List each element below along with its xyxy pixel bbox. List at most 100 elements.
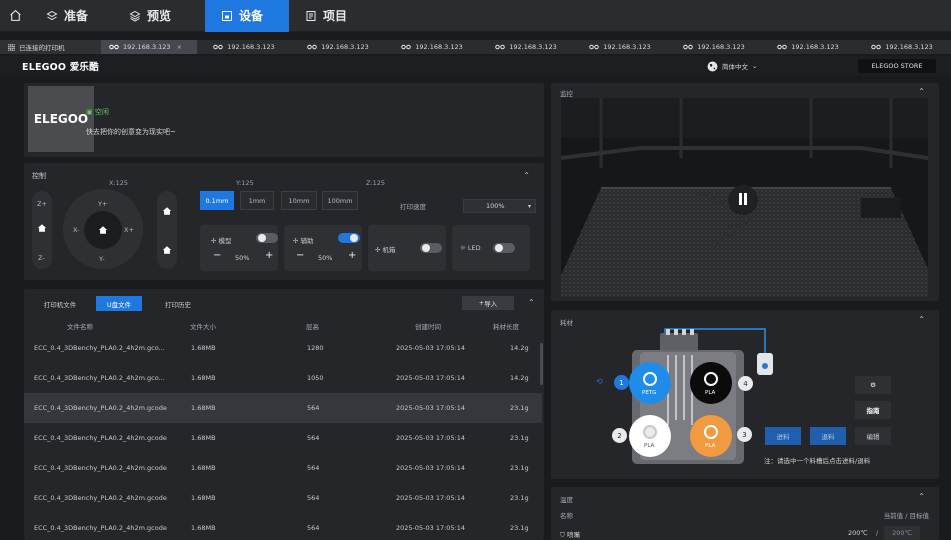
chassis-fan-label: ✢ 机箱 [375, 246, 396, 254]
step-10mm[interactable]: 10mm [281, 191, 317, 210]
z-down-button[interactable]: Z- [38, 254, 45, 262]
link-icon [401, 44, 411, 50]
edit-button[interactable]: 编辑 [855, 427, 891, 445]
tab-printer-label: 192.168.3.123 [123, 43, 171, 51]
led-toggle[interactable] [493, 243, 515, 253]
z-up-button[interactable]: Z+ [37, 200, 47, 208]
print-speed-select[interactable]: 100% ▾ [463, 199, 536, 213]
table-row[interactable]: ECC_0.4_3DBenchy_PLA0.2_4h2m.gco... 1.68M… [24, 333, 542, 363]
table-row[interactable]: ECC_0.4_3DBenchy_PLA0.2_4h2m.gcode 1.68MB… [24, 423, 542, 453]
aux-fan-plus[interactable]: + [348, 250, 356, 261]
model-fan-plus[interactable]: + [265, 250, 273, 261]
home-all-icon[interactable] [162, 245, 172, 257]
table-row[interactable]: ECC_0.4_3DBenchy_PLA0.2_4h2m.gco... 1.68M… [24, 363, 542, 393]
nozzle-icon: ⛉ [560, 531, 567, 539]
home-xy-icon[interactable] [162, 206, 172, 218]
step-0-1mm[interactable]: 0.1mm [200, 191, 234, 210]
table-row[interactable]: ECC_0.4_3DBenchy_PLA0.2_4h2m.gcode 1.68MB… [24, 483, 542, 513]
spool-number: 1 [614, 375, 629, 390]
file-scrollbar[interactable] [540, 343, 543, 385]
tab-printer-5[interactable]: 192.168.3.123 [479, 40, 573, 54]
store-button[interactable]: ELEGOO STORE [858, 59, 936, 73]
tab-printer-8[interactable]: 192.168.3.123 [761, 40, 855, 54]
refresh-icon[interactable]: ⟲ [596, 377, 603, 386]
collapse-icon[interactable]: ⌃ [918, 492, 925, 501]
chevron-down-icon: ▾ [527, 202, 531, 210]
collapse-icon[interactable]: ⌃ [918, 87, 925, 96]
spool-slot-2[interactable] [629, 415, 671, 457]
prepare-icon [46, 10, 58, 22]
spool-slot-1[interactable] [629, 362, 671, 404]
x-right-button[interactable]: X+ [124, 226, 134, 234]
guide-button[interactable]: 指南 [855, 401, 891, 419]
link-icon [683, 44, 693, 50]
control-title: 控制 [32, 172, 46, 180]
spool-slot-3[interactable] [690, 415, 732, 457]
tab-printer-label: 192.168.3.123 [415, 43, 463, 51]
cell-length: 14.2g [510, 344, 529, 352]
tab-printer-4[interactable]: 192.168.3.123 [385, 40, 479, 54]
nav-device[interactable]: 设备 [205, 0, 289, 32]
table-row[interactable]: ECC_0.4_3DBenchy_PLA0.2_4h2m.gcode 1.68MB… [24, 393, 542, 423]
collapse-icon[interactable]: ⌃ [918, 315, 925, 324]
col-layers: 层高 [306, 323, 319, 331]
col-size: 文件大小 [190, 323, 216, 331]
tab-printer-label: 192.168.3.123 [791, 43, 839, 51]
close-icon[interactable]: × [177, 43, 182, 51]
y-up-button[interactable]: Y+ [98, 200, 107, 208]
home-icon [98, 225, 108, 237]
nav-preview[interactable]: 预览 [113, 0, 205, 32]
aux-fan-minus[interactable]: − [296, 250, 304, 261]
x-left-button[interactable]: X- [73, 226, 79, 234]
cell-layers: 564 [307, 464, 320, 472]
step-1mm[interactable]: 1mm [240, 191, 274, 210]
model-fan-minus[interactable]: − [213, 250, 221, 261]
pause-button[interactable] [728, 185, 758, 215]
tab-printer-9[interactable]: 192.168.3.123 [855, 40, 949, 54]
chassis-fan-toggle[interactable] [420, 243, 442, 253]
fan-icon: ✢ [211, 237, 219, 245]
tab-usb-files[interactable]: U盘文件 [96, 296, 142, 311]
cell-name: ECC_0.4_3DBenchy_PLA0.2_4h2m.gco... [34, 374, 165, 382]
nav-prepare[interactable]: 准备 [30, 0, 113, 32]
humidity-button[interactable]: ⚙ [855, 376, 891, 394]
temp-col-name: 名称 [560, 512, 573, 520]
cell-layers: 564 [307, 434, 320, 442]
load-button[interactable]: 进料 [765, 427, 801, 445]
language-select[interactable]: 简体中文 ⌄ [707, 61, 757, 72]
home-button[interactable] [0, 0, 30, 32]
cell-time: 2025-05-03 17:05:14 [396, 494, 466, 502]
nozzle-target-input[interactable]: 200℃ [884, 526, 920, 540]
tab-printer-files[interactable]: 打印机文件 [37, 296, 83, 311]
aux-fan-toggle[interactable] [338, 233, 360, 243]
y-down-button[interactable]: Y- [99, 255, 105, 263]
collapse-icon[interactable]: ⌃ [528, 298, 535, 307]
x-position: X:125 [109, 179, 129, 187]
cell-name: ECC_0.4_3DBenchy_PLA0.2_4h2m.gcode [34, 434, 167, 442]
z-home-icon[interactable] [37, 223, 47, 235]
tab-printer-2[interactable]: 192.168.3.123 [197, 40, 291, 54]
tab-connected-printers[interactable]: 已连接的打印机 [0, 40, 101, 54]
spool-slot-4[interactable] [690, 362, 732, 404]
cell-time: 2025-05-03 17:05:14 [396, 464, 466, 472]
globe-icon [707, 61, 718, 72]
table-row[interactable]: ECC_0.4_3DBenchy_PLA0.2_4h2m.gcode 1.68MB… [24, 453, 542, 483]
printer-logo: ELEGOO [28, 86, 94, 152]
col-name: 文件名称 [67, 323, 93, 331]
tab-print-history[interactable]: 打印历史 [155, 296, 201, 311]
cell-size: 1.68MB [191, 524, 216, 532]
cell-time: 2025-05-03 17:05:14 [396, 374, 466, 382]
import-button[interactable]: + 导入 [462, 296, 514, 310]
model-fan-toggle[interactable] [256, 233, 278, 243]
tab-printer-label: 192.168.3.123 [603, 43, 651, 51]
collapse-icon[interactable]: ⌃ [523, 171, 530, 180]
cell-name: ECC_0.4_3DBenchy_PLA0.2_4h2m.gcode [34, 404, 167, 412]
nav-project[interactable]: 项目 [289, 0, 363, 32]
step-100mm[interactable]: 100mm [322, 191, 358, 210]
tab-printer-active[interactable]: 192.168.3.123 × [101, 40, 197, 54]
tab-printer-3[interactable]: 192.168.3.123 [291, 40, 385, 54]
tab-printer-6[interactable]: 192.168.3.123 [573, 40, 667, 54]
table-row[interactable]: ECC_0.4_3DBenchy_PLA0.2_4h2m.gcode 1.68MB… [24, 513, 542, 540]
tab-printer-7[interactable]: 192.168.3.123 [667, 40, 761, 54]
unload-button[interactable]: 退料 [810, 427, 846, 445]
